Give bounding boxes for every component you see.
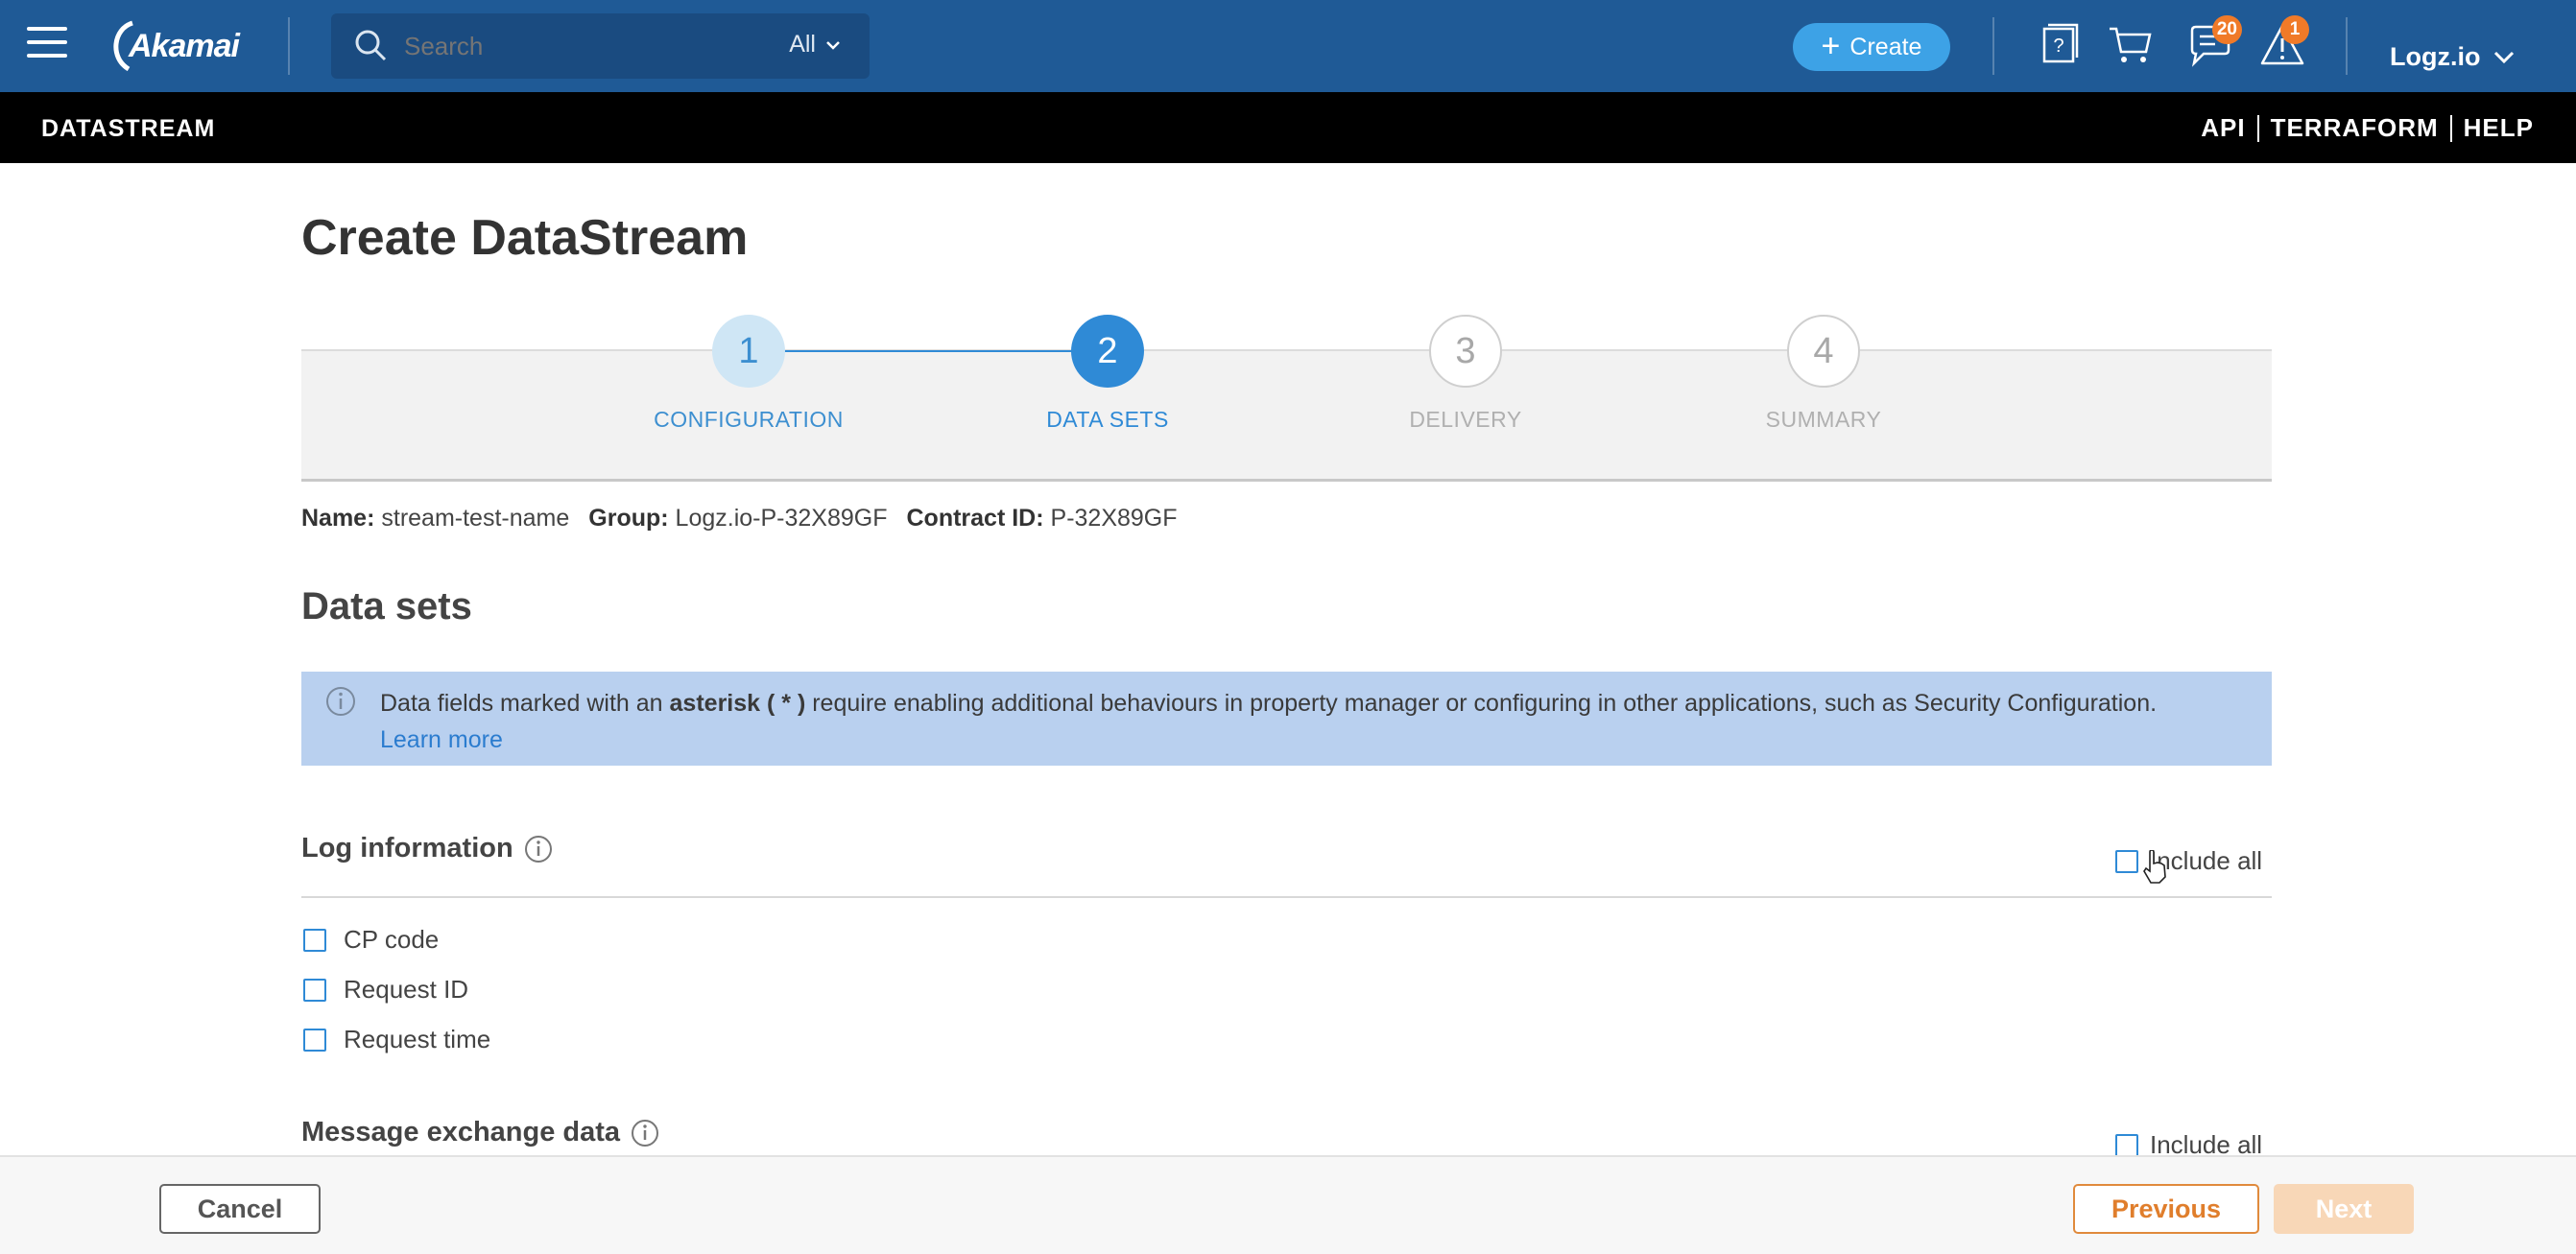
step-label: DATA SETS: [1046, 407, 1169, 432]
divider: [2449, 114, 2452, 142]
group-title: Log information: [301, 833, 513, 864]
page-title: Create DataStream: [301, 210, 749, 266]
next-button[interactable]: Next: [2274, 1184, 2414, 1234]
cancel-button[interactable]: Cancel: [159, 1184, 321, 1234]
step-number: 4: [1787, 315, 1860, 388]
field-request-id[interactable]: Request ID: [303, 975, 468, 1005]
group-title: Message exchange data: [301, 1117, 621, 1148]
meta-contract: Contract ID: P-32X89GF: [906, 505, 1178, 532]
field-checkbox[interactable]: [303, 928, 326, 952]
info-icon: [326, 687, 355, 716]
info-icon[interactable]: [630, 1118, 660, 1148]
include-all-checkbox[interactable]: [2115, 849, 2138, 873]
create-button[interactable]: + Create: [1793, 23, 1950, 71]
divider: [2346, 17, 2348, 75]
akamai-logo[interactable]: Akamai: [107, 17, 240, 75]
divider: [2256, 114, 2259, 142]
step-label: DELIVERY: [1409, 407, 1522, 432]
chevron-down-icon: [2494, 51, 2515, 63]
data-sets-heading: Data sets: [301, 585, 472, 627]
info-icon[interactable]: [523, 834, 554, 864]
step-number: 2: [1071, 315, 1144, 388]
wizard-stepper: [301, 349, 2272, 482]
step-configuration[interactable]: 1 CONFIGURATION: [605, 315, 893, 433]
account-menu[interactable]: Logz.io: [2390, 42, 2515, 72]
product-links: API TERRAFORM HELP: [2201, 113, 2534, 143]
terraform-link[interactable]: TERRAFORM: [2271, 113, 2439, 143]
field-checkbox[interactable]: [303, 978, 326, 1002]
log-information-heading: Log information: [301, 833, 554, 864]
field-label: Request ID: [344, 975, 469, 1004]
brand-name: Akamai: [129, 27, 240, 64]
step-summary[interactable]: 4 SUMMARY: [1680, 315, 1968, 433]
include-all-checkbox[interactable]: [2115, 1133, 2138, 1157]
step-number: 3: [1429, 315, 1502, 388]
chevron-down-icon: [826, 40, 840, 50]
search-scope-dropdown[interactable]: All: [789, 31, 841, 59]
message-exchange-data-heading: Message exchange data: [301, 1117, 660, 1148]
info-banner-text: Data fields marked with an asterisk ( * …: [380, 690, 2158, 753]
divider: [288, 17, 290, 75]
learn-more-link[interactable]: Learn more: [380, 726, 503, 753]
search-icon[interactable]: [352, 27, 391, 65]
info-banner: Data fields marked with an asterisk ( * …: [301, 672, 2272, 766]
section-divider: [301, 896, 2272, 898]
cart-icon[interactable]: [2108, 21, 2154, 69]
step-label: CONFIGURATION: [654, 407, 844, 432]
search-input[interactable]: [404, 31, 750, 61]
field-label: Request time: [344, 1025, 491, 1053]
account-name: Logz.io: [2390, 42, 2481, 71]
plus-icon: +: [1821, 27, 1841, 64]
step-label: SUMMARY: [1765, 407, 1882, 432]
hand-cursor-icon: [2143, 850, 2166, 884]
meta-group: Group: Logz.io-P-32X89GF: [588, 505, 888, 532]
previous-button[interactable]: Previous: [2073, 1184, 2259, 1234]
divider: [1992, 17, 1994, 75]
alerts-badge: 1: [2280, 15, 2309, 44]
top-nav-bar: Akamai All + Create ? 20 1 Logz.io: [0, 0, 2576, 92]
field-checkbox[interactable]: [303, 1028, 326, 1052]
menu-icon[interactable]: [27, 27, 67, 61]
help-center-icon[interactable]: ?: [2037, 21, 2083, 69]
log-information-include-all[interactable]: Include all: [2115, 846, 2262, 876]
product-bar: DATASTREAM API TERRAFORM HELP: [0, 92, 2576, 163]
field-label: CP code: [344, 925, 440, 954]
field-request-time[interactable]: Request time: [303, 1025, 490, 1054]
meta-name: Name: stream-test-name: [301, 505, 570, 532]
messages-badge: 20: [2211, 15, 2242, 44]
help-link[interactable]: HELP: [2464, 113, 2534, 143]
step-number: 1: [712, 315, 785, 388]
product-title: DATASTREAM: [41, 115, 216, 142]
field-cp-code[interactable]: CP code: [303, 925, 439, 955]
step-data-sets[interactable]: 2 DATA SETS: [964, 315, 1252, 433]
api-link[interactable]: API: [2201, 113, 2245, 143]
search-scope-value: All: [789, 31, 816, 58]
stream-meta: Name: stream-test-name Group: Logz.io-P-…: [301, 505, 1178, 532]
messages-icon[interactable]: 20: [2186, 15, 2242, 69]
create-button-label: Create: [1849, 33, 1922, 60]
svg-text:?: ?: [2053, 35, 2063, 57]
step-delivery[interactable]: 3 DELIVERY: [1322, 315, 1610, 433]
search-bar[interactable]: All: [331, 13, 870, 79]
alerts-icon[interactable]: 1: [2259, 15, 2309, 69]
